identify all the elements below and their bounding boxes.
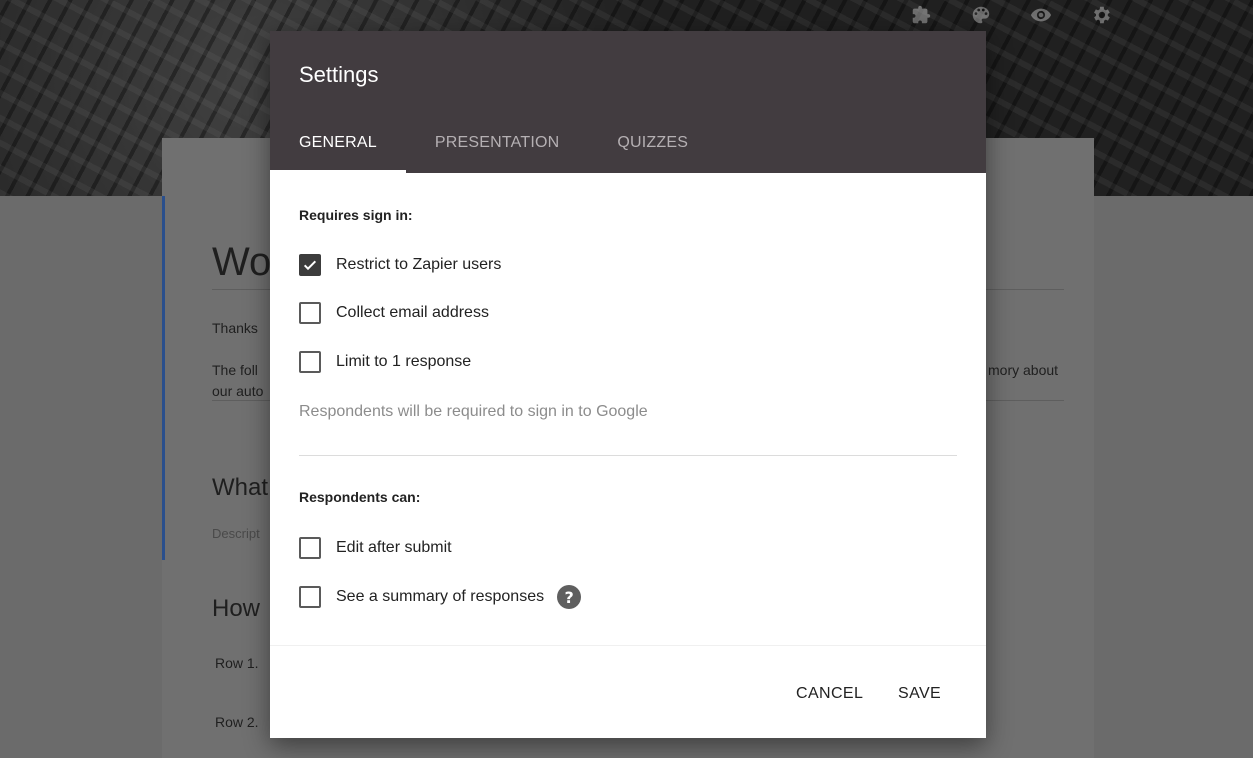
form-intro-text: Thanks: [212, 320, 258, 336]
sign-in-note: Respondents will be required to sign in …: [299, 403, 648, 420]
dialog-header: Settings GENERAL PRESENTATION QUIZZES: [270, 31, 986, 173]
form-card-accent-bar: [162, 196, 165, 560]
save-button[interactable]: SAVE: [898, 685, 941, 703]
option-see-summary: See a summary of responses ?: [299, 585, 582, 609]
option-restrict-zapier-users: Restrict to Zapier users: [299, 254, 501, 276]
top-toolbar: [910, 4, 1112, 26]
question-title-what: What: [212, 474, 269, 501]
option-label: See a summary of responses: [336, 588, 545, 605]
form-description-line-1: The foll: [212, 362, 258, 378]
checkbox-see-summary[interactable]: [299, 586, 321, 608]
checkbox-edit-after-submit[interactable]: [299, 537, 321, 559]
option-label: Limit to 1 response: [336, 353, 472, 370]
form-description-line-2: our auto: [212, 383, 264, 399]
tab-presentation[interactable]: PRESENTATION: [406, 121, 589, 173]
grid-row-1: Row 1.: [215, 655, 259, 671]
question-description: Descript: [212, 526, 260, 541]
option-collect-email: Collect email address: [299, 302, 489, 324]
section-label-sign-in: Requires sign in:: [299, 207, 413, 223]
option-edit-after-submit: Edit after submit: [299, 537, 452, 559]
tab-general[interactable]: GENERAL: [270, 121, 406, 173]
tab-quizzes[interactable]: QUIZZES: [588, 121, 717, 173]
settings-tabs: GENERAL PRESENTATION QUIZZES: [270, 121, 717, 173]
cancel-button[interactable]: CANCEL: [796, 685, 863, 703]
checkbox-restrict-zapier-users[interactable]: [299, 254, 321, 276]
checkbox-limit-one-response[interactable]: [299, 351, 321, 373]
help-icon[interactable]: ?: [557, 585, 582, 609]
dialog-title: Settings: [299, 62, 379, 87]
puzzle-icon[interactable]: [910, 4, 932, 26]
section-label-respondents: Respondents can:: [299, 489, 421, 505]
option-label: Collect email address: [336, 304, 489, 321]
checkbox-collect-email[interactable]: [299, 302, 321, 324]
form-description-right: mory about: [988, 362, 1059, 378]
settings-dialog: Settings GENERAL PRESENTATION QUIZZES Re…: [270, 31, 986, 738]
eye-icon[interactable]: [1030, 4, 1052, 26]
footer-divider: [270, 645, 986, 646]
option-limit-one-response: Limit to 1 response: [299, 351, 471, 373]
question-title-how: How: [212, 595, 261, 622]
form-title: Wo: [212, 240, 272, 284]
palette-icon[interactable]: [970, 4, 992, 26]
option-label: Restrict to Zapier users: [336, 256, 502, 273]
option-label: Edit after submit: [336, 539, 452, 556]
checkmark-icon: [303, 260, 317, 271]
gear-icon[interactable]: [1090, 4, 1112, 26]
section-divider: [299, 455, 957, 456]
grid-row-2: Row 2.: [215, 714, 259, 730]
